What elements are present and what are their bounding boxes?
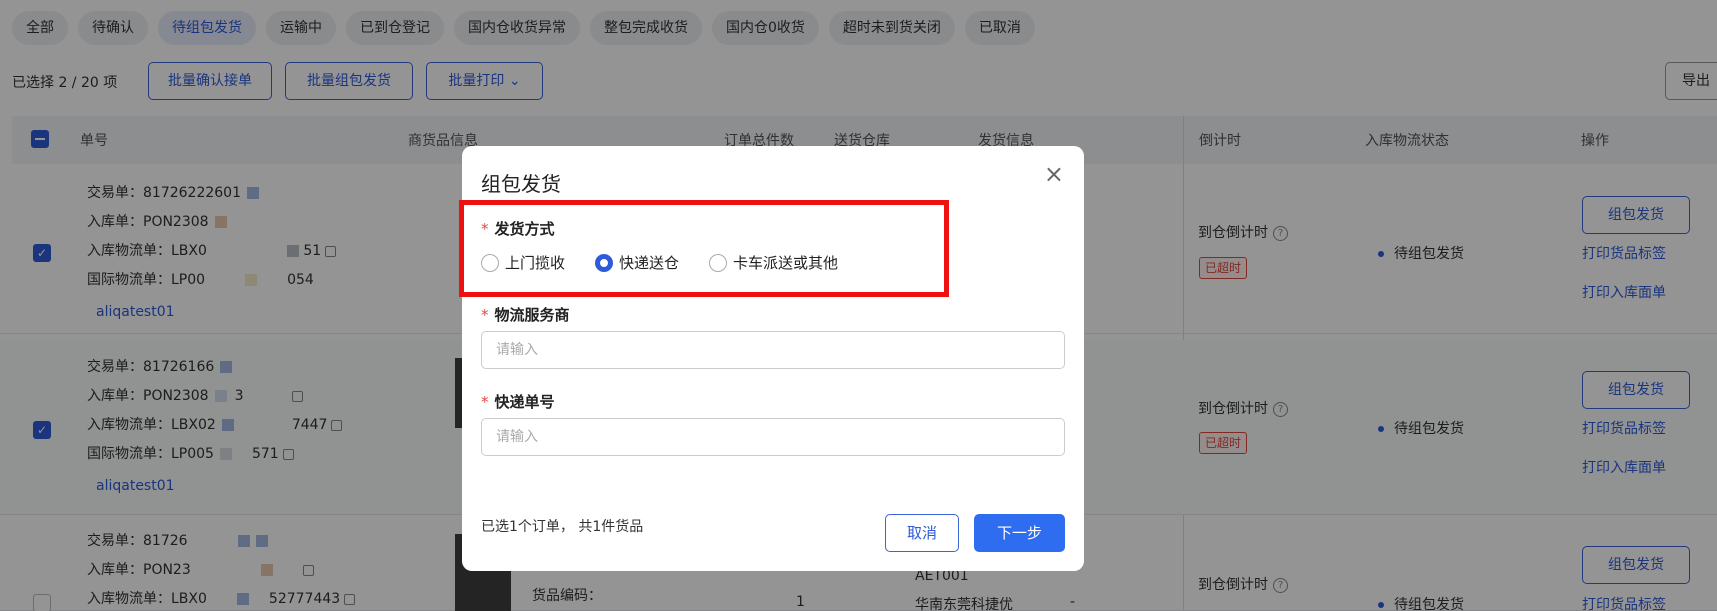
close-icon[interactable]: ×	[1044, 162, 1064, 186]
cancel-button[interactable]: 取消	[885, 514, 959, 552]
required-mark: *	[481, 306, 489, 324]
carrier-input[interactable]: 请输入	[481, 331, 1065, 369]
annotation-highlight-box	[459, 200, 949, 297]
required-mark: *	[481, 393, 489, 411]
tracking-input[interactable]: 请输入	[481, 418, 1065, 456]
carrier-label: * 物流服务商	[481, 306, 570, 324]
dialog-title: 组包发货	[481, 172, 561, 196]
next-button[interactable]: 下一步	[974, 514, 1065, 552]
page: 全部 待确认 待组包发货 运输中 已到仓登记 国内仓收货异常 整包完成收货 国内…	[0, 0, 1717, 611]
selection-summary: 已选1个订单， 共1件货品	[481, 519, 644, 535]
tracking-label: * 快递单号	[481, 393, 555, 411]
